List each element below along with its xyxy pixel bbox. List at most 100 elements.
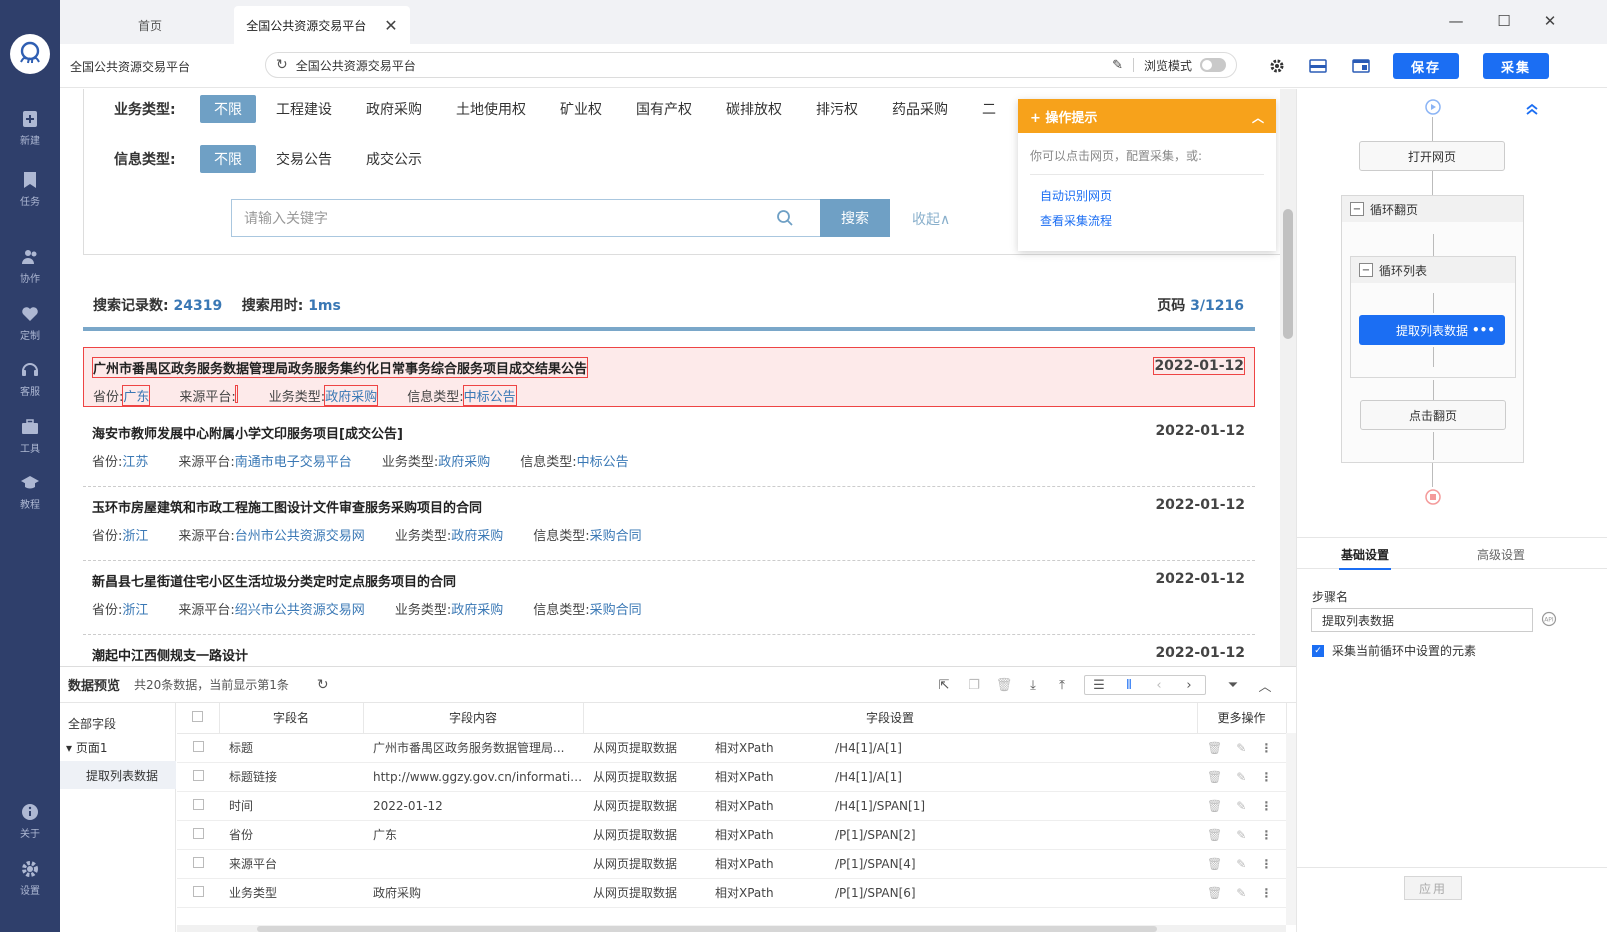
field-name[interactable]: 时间 (219, 791, 363, 821)
hint-header[interactable]: + 操作提示 ︿ (1018, 99, 1276, 133)
field-xpath-type[interactable]: 相对XPath (705, 820, 825, 850)
field-name[interactable]: 业务类型 (219, 878, 363, 908)
tree-item-extract[interactable]: 提取列表数据 (60, 761, 176, 789)
field-xpath[interactable]: /P[1]/SPAN[6] (825, 878, 1198, 908)
prev-icon[interactable]: ‹ (1150, 676, 1168, 694)
edit-xpath-icon[interactable]: ✎ (1236, 770, 1246, 784)
minimize-icon[interactable]: — (1442, 10, 1470, 32)
search-button[interactable]: 搜索 (820, 199, 890, 237)
collect-loop-checkbox[interactable]: ✓ (1312, 644, 1324, 657)
filter-chip[interactable]: 碳排放权 (712, 95, 796, 123)
step-name-input[interactable]: 提取列表数据 (1311, 608, 1533, 632)
row-checkbox[interactable] (192, 740, 204, 752)
field-name[interactable]: 标题链接 (219, 762, 363, 792)
table-row[interactable]: 省份 广东 从网页提取数据 相对XPath /P[1]/SPAN[2] 🗑 ✎ ⋮ (177, 820, 1287, 850)
result-item[interactable]: 海安市教师发展中心附属小学文印服务项目[成交公告] 2022-01-12 省份:… (83, 413, 1255, 487)
row-checkbox[interactable] (192, 885, 204, 897)
flow-group-loop-page[interactable]: − 循环翻页 − 循环列表 提取列表数据 ••• 点击翻页 (1341, 195, 1524, 463)
edit-xpath-icon[interactable]: ✎ (1236, 857, 1246, 871)
result-platform[interactable] (234, 385, 238, 403)
result-business[interactable]: 政府采购 (324, 385, 379, 406)
sidebar-item-tools[interactable]: 工具 (0, 410, 60, 462)
sidebar-item-about[interactable]: 关于 (0, 795, 60, 847)
next-icon[interactable]: › (1180, 676, 1198, 694)
filter-chip[interactable]: 排污权 (802, 95, 872, 123)
maximize-icon[interactable]: ☐ (1490, 10, 1518, 32)
auto-detect-link[interactable]: 自动识别网页 (1040, 187, 1254, 204)
delete-icon[interactable]: 🗑 (1207, 741, 1222, 755)
page-edit-icon[interactable]: ✎ (1112, 58, 1123, 73)
api-icon[interactable]: API (1541, 611, 1557, 627)
more-vertical-icon[interactable]: ⋮ (1260, 886, 1272, 900)
filter-icon[interactable]: ⏷ (1224, 676, 1242, 694)
result-info-type[interactable]: 采购合同 (590, 599, 642, 618)
result-title[interactable]: 海安市教师发展中心附属小学文印服务项目[成交公告] (92, 423, 403, 442)
refresh-icon[interactable]: ↻ (317, 677, 329, 693)
field-xpath-type[interactable]: 相对XPath (705, 878, 825, 908)
table-hscrollbar[interactable] (177, 925, 1286, 932)
result-item-selected[interactable]: 广州市番禺区政务服务数据管理局政务服务集约化日常事务综合服务项目成交结果公告 2… (83, 347, 1255, 407)
result-platform[interactable]: 南通市电子交易平台 (235, 451, 352, 470)
sidebar-item-tutorial[interactable]: 教程 (0, 466, 60, 518)
tab-ggzy[interactable]: 全国公共资源交易平台 ✕ (234, 6, 410, 44)
tab-advanced-settings[interactable]: 高级设置 (1477, 546, 1525, 563)
result-business[interactable]: 政府采购 (438, 451, 490, 470)
upload-icon[interactable]: ⤒ (1053, 676, 1071, 694)
collapse-link[interactable]: 收起∧ (912, 209, 950, 229)
field-name[interactable]: 省份 (219, 820, 363, 850)
card-view-icon[interactable] (1308, 56, 1328, 76)
filter-chip[interactable]: 药品采购 (878, 95, 962, 123)
delete-icon[interactable]: 🗑 (1207, 828, 1222, 842)
reload-icon[interactable]: ↻ (276, 57, 288, 73)
sidebar-item-collab[interactable]: 协作 (0, 240, 60, 292)
app-logo[interactable] (10, 34, 50, 74)
window-layout-icon[interactable] (1351, 56, 1371, 76)
field-source[interactable]: 从网页提取数据 (583, 878, 705, 908)
field-xpath[interactable]: /P[1]/SPAN[2] (825, 820, 1198, 850)
collapse-minus-icon[interactable]: − (1350, 202, 1364, 216)
copy-icon[interactable]: ❐ (965, 676, 983, 694)
view-flow-link[interactable]: 查看采集流程 (1040, 212, 1254, 229)
edit-xpath-icon[interactable]: ✎ (1236, 886, 1246, 900)
filter-chip[interactable]: 二 (968, 95, 1010, 123)
table-row[interactable]: 时间 2022-01-12 从网页提取数据 相对XPath /H4[1]/SPA… (177, 791, 1287, 821)
url-field[interactable]: ↻ 全国公共资源交易平台 ✎ 浏览模式 (265, 52, 1237, 78)
result-item[interactable]: 潮起中江西侧规支一路设计 2022-01-12 (83, 635, 1255, 666)
collect-loop-elements-row[interactable]: ✓ 采集当前循环中设置的元素 (1312, 642, 1476, 659)
more-vertical-icon[interactable]: ⋮ (1260, 770, 1272, 784)
result-business[interactable]: 政府采购 (451, 525, 503, 544)
result-title[interactable]: 玉环市房屋建筑和市政工程施工图设计文件审查服务采购项目的合同 (92, 497, 482, 516)
export-icon[interactable]: ⇱ (935, 676, 953, 694)
more-vertical-icon[interactable]: ⋮ (1260, 741, 1272, 755)
flow-node-extract-list[interactable]: 提取列表数据 ••• (1359, 315, 1505, 345)
download-icon[interactable]: ⤓ (1024, 676, 1042, 694)
collapse-icon[interactable]: ︿ (1252, 109, 1264, 126)
filter-chip[interactable]: 交易公告 (262, 145, 346, 173)
field-xpath[interactable]: /H4[1]/A[1] (825, 762, 1198, 792)
field-source[interactable]: 从网页提取数据 (583, 791, 705, 821)
collect-button[interactable]: 采集 (1483, 53, 1549, 79)
sidebar-item-new[interactable]: 新建 (0, 102, 60, 154)
edit-xpath-icon[interactable]: ✎ (1236, 799, 1246, 813)
result-platform[interactable]: 绍兴市公共资源交易网 (235, 599, 365, 618)
edit-xpath-icon[interactable]: ✎ (1236, 828, 1246, 842)
row-checkbox[interactable] (192, 798, 204, 810)
filter-chip[interactable]: 工程建设 (262, 95, 346, 123)
result-platform[interactable]: 台州市公共资源交易网 (235, 525, 365, 544)
field-xpath-type[interactable]: 相对XPath (705, 762, 825, 792)
apply-button[interactable]: 应用 (1404, 876, 1462, 900)
more-vertical-icon[interactable]: ⋮ (1260, 828, 1272, 842)
tree-page[interactable]: ▾ 页面1 (66, 739, 107, 756)
delete-icon[interactable]: 🗑 (1207, 857, 1222, 871)
field-xpath[interactable]: /H4[1]/A[1] (825, 733, 1198, 763)
double-chevron-up-icon[interactable] (1525, 103, 1539, 115)
scrollbar-thumb[interactable] (257, 926, 1157, 932)
row-checkbox[interactable] (192, 827, 204, 839)
field-xpath[interactable]: /H4[1]/SPAN[1] (825, 791, 1198, 821)
field-xpath-type[interactable]: 相对XPath (705, 733, 825, 763)
delete-icon[interactable]: 🗑 (1207, 799, 1222, 813)
field-xpath-type[interactable]: 相对XPath (705, 849, 825, 879)
table-row[interactable]: 业务类型 政府采购 从网页提取数据 相对XPath /P[1]/SPAN[6] … (177, 878, 1287, 908)
select-all-checkbox[interactable] (192, 710, 204, 722)
select-all-cell[interactable] (177, 703, 220, 734)
